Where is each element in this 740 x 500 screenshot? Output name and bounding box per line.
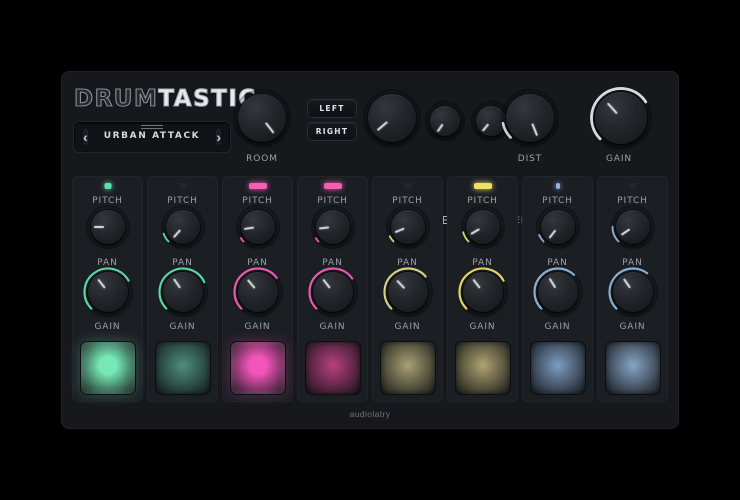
channel-strip: PITCH PAN GAIN (372, 176, 443, 402)
gain-label: GAIN (544, 322, 571, 332)
brand-footer: audiolatry (349, 409, 391, 419)
pan-knob[interactable] (611, 210, 650, 244)
channel-led[interactable] (104, 183, 111, 189)
preset-name: URBAN ATTACK (103, 131, 201, 141)
drum-pad[interactable] (80, 342, 135, 394)
feed-knob[interactable] (430, 106, 460, 136)
pan-knob[interactable] (162, 210, 200, 244)
drum-pad[interactable] (155, 342, 210, 394)
master-gain-label: GAIN (605, 154, 633, 164)
channel-gain-knob[interactable] (307, 267, 353, 312)
drum-pad[interactable] (605, 342, 660, 394)
channel-gain-knob[interactable] (532, 267, 578, 312)
channel-strip: PITCH PAN GAIN (222, 176, 293, 402)
channel-strips: PITCH PAN GAIN PITCH PAN GAIN PITCH PAN GAIN PITC… (72, 176, 668, 402)
room-knob[interactable] (238, 94, 286, 142)
drum-pad[interactable] (380, 342, 435, 394)
channel-led[interactable] (179, 183, 186, 189)
pan-knob[interactable] (537, 210, 575, 244)
channel-strip: PITCH PAN GAIN (147, 176, 218, 402)
sync-right-button[interactable]: RIGHT (308, 123, 356, 140)
master-section: DRUMTASTIC ‹ URBAN ATTACK › LEFT RIGHT R… (62, 72, 678, 172)
pan-knob[interactable] (239, 210, 275, 244)
preset-grip-icon (141, 125, 163, 130)
gain-label: GAIN (469, 322, 496, 332)
logo-primary: DRUM (73, 85, 159, 112)
preset-next-button[interactable]: › (216, 129, 221, 145)
drum-pad[interactable] (230, 342, 285, 394)
channel-led[interactable] (323, 183, 342, 189)
pan-knob[interactable] (90, 210, 125, 244)
pan-knob[interactable] (314, 210, 350, 244)
gain-label: GAIN (394, 322, 421, 332)
channel-gain-knob[interactable] (157, 267, 205, 312)
channel-led[interactable] (555, 183, 560, 189)
gain-label: GAIN (94, 322, 121, 332)
channel-led[interactable] (629, 183, 636, 189)
gain-label: GAIN (169, 322, 196, 332)
channel-strip: PITCH PAN GAIN (72, 176, 143, 402)
drum-pad[interactable] (455, 342, 510, 394)
room-label: ROOM (246, 154, 278, 164)
drum-pad[interactable] (305, 342, 360, 394)
delay-knob[interactable] (368, 94, 416, 142)
channel-strip: PITCH PAN GAIN (522, 176, 593, 402)
drum-pad[interactable] (530, 342, 585, 394)
gain-label: GAIN (619, 322, 646, 332)
plugin-window: DRUMTASTIC ‹ URBAN ATTACK › LEFT RIGHT R… (62, 72, 678, 428)
channel-led[interactable] (248, 183, 267, 189)
gain-label: GAIN (319, 322, 346, 332)
channel-strip: PITCH PAN GAIN (447, 176, 518, 402)
dist-label: DIST (517, 154, 543, 164)
channel-gain-knob[interactable] (232, 267, 278, 312)
channel-gain-knob[interactable] (82, 267, 130, 312)
sync-left-button[interactable]: LEFT (308, 100, 356, 117)
channel-led[interactable] (404, 183, 411, 189)
gain-knob[interactable] (590, 87, 648, 144)
preset-selector[interactable]: ‹ URBAN ATTACK › (74, 122, 230, 152)
channel-strip: PITCH PAN GAIN (597, 176, 668, 402)
plugin-logo: DRUMTASTIC (73, 85, 257, 112)
pan-knob[interactable] (461, 210, 500, 244)
channel-gain-knob[interactable] (457, 267, 505, 312)
pan-knob[interactable] (388, 210, 425, 244)
channel-gain-knob[interactable] (382, 267, 428, 312)
channel-strip: PITCH PAN GAIN (297, 176, 368, 402)
channel-gain-knob[interactable] (607, 267, 653, 312)
dist-knob[interactable] (501, 94, 554, 142)
gain-label: GAIN (244, 322, 271, 332)
channel-led[interactable] (473, 183, 492, 189)
